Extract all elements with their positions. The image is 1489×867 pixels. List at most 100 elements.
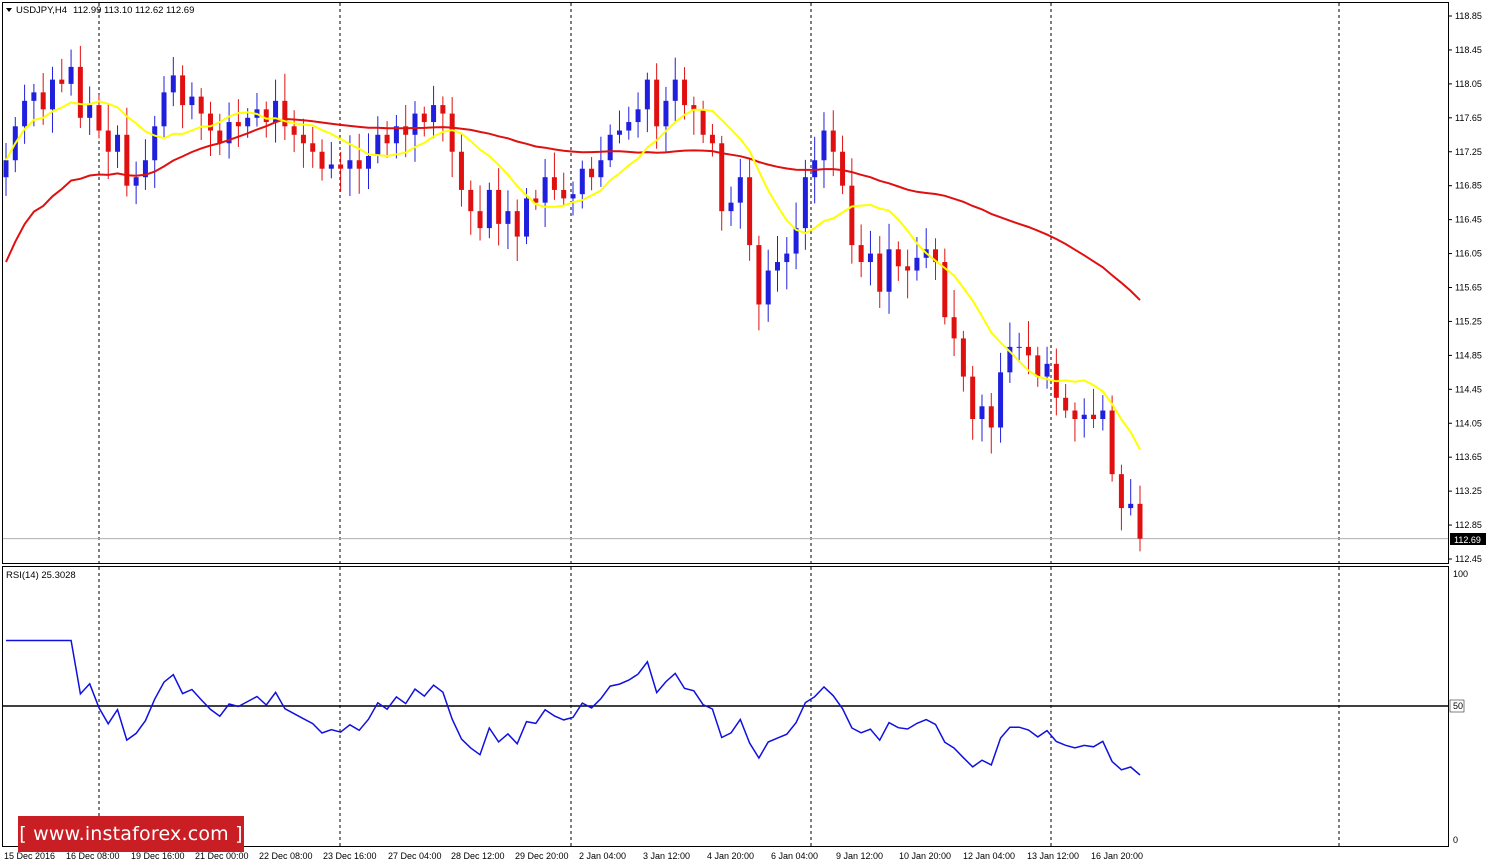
time-label: 16 Jan 20:00 bbox=[1091, 851, 1143, 861]
time-label: 15 Dec 2016 bbox=[4, 851, 55, 861]
time-label: 6 Jan 04:00 bbox=[771, 851, 818, 861]
time-label: 28 Dec 12:00 bbox=[451, 851, 505, 861]
candle-body bbox=[338, 164, 344, 169]
candle-body bbox=[486, 189, 492, 229]
candle-body bbox=[979, 406, 985, 420]
candle-body bbox=[449, 113, 455, 152]
price-axis: 118.85 118.45 118.05 117.65 117.25 116.85 116.… bbox=[1448, 11, 1482, 564]
candle-body bbox=[551, 177, 557, 190]
candle-body bbox=[951, 317, 957, 339]
candle-body bbox=[849, 185, 855, 246]
candle-body bbox=[867, 253, 873, 263]
candle-body bbox=[22, 100, 28, 127]
candle-body bbox=[858, 245, 864, 263]
candle-body bbox=[960, 338, 966, 377]
time-label: 13 Jan 12:00 bbox=[1027, 851, 1079, 861]
candle-body bbox=[561, 189, 567, 199]
candle-body bbox=[570, 194, 576, 199]
svg-text:USDJPY,H4112.99 113.10 112.62: USDJPY,H4 112.99 113.10 112.62 112.69 bbox=[16, 5, 194, 16]
candle-body bbox=[366, 155, 372, 169]
candle-body bbox=[152, 126, 158, 161]
candle-body bbox=[1118, 474, 1124, 509]
candle-body bbox=[68, 66, 74, 84]
candle-body bbox=[1100, 410, 1106, 420]
candle-body bbox=[802, 177, 808, 229]
candle-body bbox=[468, 189, 474, 212]
candle-body bbox=[87, 105, 93, 118]
candle-body bbox=[709, 134, 715, 144]
candle-body bbox=[589, 168, 595, 178]
candle-body bbox=[458, 151, 464, 190]
candle-body bbox=[998, 372, 1004, 428]
candle-body bbox=[774, 262, 780, 271]
candle-body bbox=[319, 151, 325, 169]
candle-body bbox=[77, 66, 83, 118]
price-tick-label: 113.25 bbox=[1455, 486, 1482, 496]
candle-body bbox=[700, 109, 706, 135]
candle-body bbox=[737, 177, 743, 203]
candle-body bbox=[170, 75, 176, 93]
price-tick-label: 112.45 bbox=[1455, 554, 1482, 564]
candle-body bbox=[654, 79, 660, 127]
candle-body bbox=[1128, 503, 1134, 509]
candle-body bbox=[59, 79, 65, 84]
candle-body bbox=[988, 406, 994, 428]
price-tick-label: 114.05 bbox=[1455, 418, 1482, 428]
candle-body bbox=[96, 105, 102, 131]
time-label: 10 Jan 20:00 bbox=[899, 851, 951, 861]
current-price-text: 112.69 bbox=[1454, 535, 1481, 545]
time-label: 2 Jan 04:00 bbox=[579, 851, 626, 861]
candle-body bbox=[970, 376, 976, 420]
candle-body bbox=[40, 92, 46, 110]
time-label: 29 Dec 20:00 bbox=[515, 851, 569, 861]
rsi-line bbox=[6, 639, 1141, 776]
candle-body bbox=[830, 130, 836, 152]
price-tick-label: 115.65 bbox=[1455, 283, 1482, 293]
price-tick-label: 118.85 bbox=[1455, 11, 1482, 21]
candle-body bbox=[1081, 414, 1087, 420]
candle-body bbox=[821, 130, 827, 161]
candle-body bbox=[3, 160, 9, 178]
candle-body bbox=[440, 105, 446, 114]
candle-body bbox=[115, 134, 121, 152]
price-tick-label: 116.05 bbox=[1455, 249, 1482, 259]
candle-body bbox=[496, 189, 502, 224]
candle-body bbox=[1035, 355, 1041, 377]
rsi-tick-label: 50 bbox=[1453, 701, 1463, 711]
candle-body bbox=[579, 168, 585, 195]
dropdown-triangle-icon[interactable] bbox=[6, 8, 12, 12]
candle-body bbox=[616, 130, 622, 135]
price-tick-label: 116.85 bbox=[1455, 181, 1482, 191]
instaforex-watermark: [ www.instaforex.com ] bbox=[18, 816, 244, 852]
rsi-label: RSI(14) 25.3028 bbox=[6, 570, 76, 581]
candle-body bbox=[542, 177, 548, 203]
time-label: 16 Dec 08:00 bbox=[66, 851, 120, 861]
price-tick-label: 112.85 bbox=[1455, 520, 1482, 530]
candle-body bbox=[49, 79, 55, 110]
time-label: 21 Dec 00:00 bbox=[195, 851, 249, 861]
rsi-axis: 100 50 0 bbox=[1449, 569, 1468, 845]
time-label: 3 Jan 12:00 bbox=[643, 851, 690, 861]
candle-body bbox=[375, 134, 381, 156]
candle-body bbox=[161, 92, 167, 127]
candle-body bbox=[524, 198, 530, 237]
price-tick-label: 118.45 bbox=[1455, 45, 1482, 55]
time-label: 27 Dec 04:00 bbox=[388, 851, 442, 861]
candle-body bbox=[235, 122, 241, 127]
candle-body bbox=[421, 113, 427, 123]
current-price-tag: 112.69 bbox=[1450, 533, 1486, 545]
price-tick-label: 114.85 bbox=[1455, 350, 1482, 360]
candle-body bbox=[207, 113, 213, 131]
candle-body bbox=[1016, 346, 1022, 348]
time-label: 19 Dec 16:00 bbox=[131, 851, 185, 861]
candle-body bbox=[198, 96, 204, 114]
rsi-tick-label: 0 bbox=[1453, 835, 1458, 845]
candle-body bbox=[291, 126, 297, 135]
candle-body bbox=[691, 105, 697, 110]
time-label: 12 Jan 04:00 bbox=[963, 851, 1015, 861]
candle-body bbox=[905, 266, 911, 271]
candle-body bbox=[793, 228, 799, 254]
candle-body bbox=[598, 160, 604, 178]
candle-body bbox=[784, 253, 790, 263]
candle-body bbox=[895, 249, 901, 267]
